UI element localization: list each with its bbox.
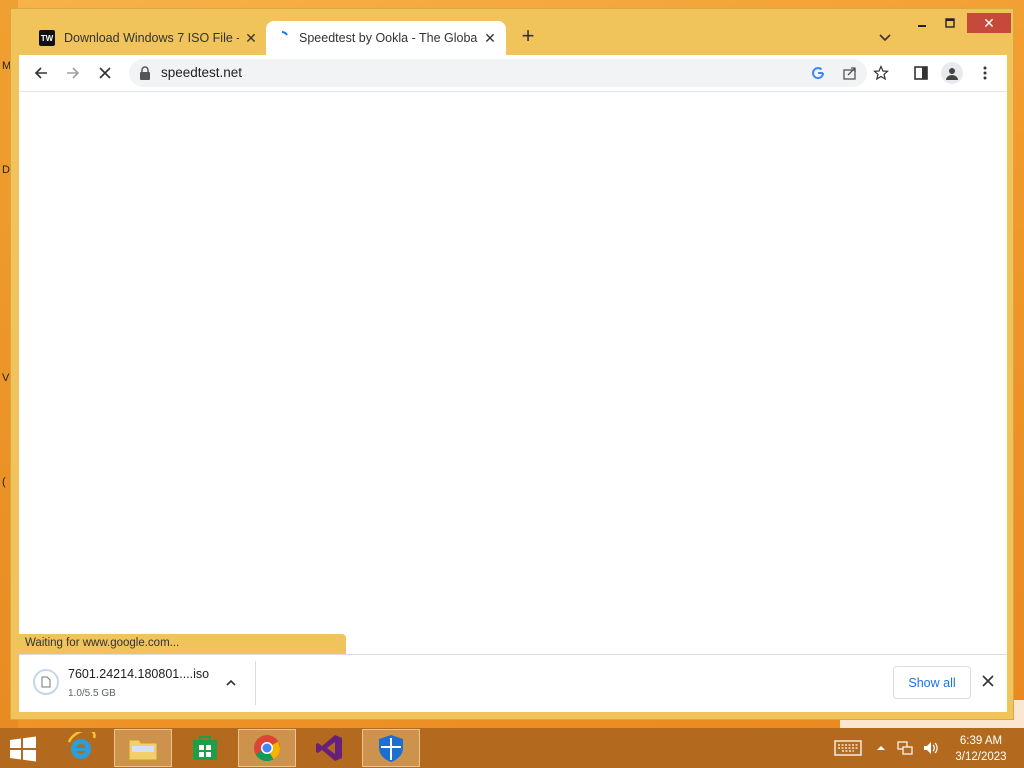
show-hidden-icons-button[interactable] xyxy=(874,738,888,758)
system-clock[interactable]: 6:39 AM 3/12/2023 xyxy=(948,733,1014,765)
taskbar-file-explorer[interactable] xyxy=(114,729,172,767)
windows-logo-icon xyxy=(10,736,36,762)
close-download-bar-button[interactable] xyxy=(979,672,997,690)
chevron-up-icon xyxy=(877,746,885,750)
profile-button[interactable] xyxy=(941,62,963,84)
lock-icon xyxy=(140,66,150,80)
tab-title: Download Windows 7 ISO File - U xyxy=(64,31,239,45)
maximize-icon xyxy=(945,18,955,28)
close-window-button[interactable]: ✕ xyxy=(967,13,1011,33)
internet-explorer-icon xyxy=(67,732,96,759)
side-panel-button[interactable] xyxy=(910,62,932,84)
status-bubble: Waiting for www.google.com... xyxy=(19,634,346,654)
address-bar[interactable]: speedtest.net xyxy=(129,59,867,87)
network-icon xyxy=(897,741,913,755)
touch-keyboard-button[interactable] xyxy=(832,738,864,758)
divider xyxy=(255,661,256,705)
stop-loading-button[interactable] xyxy=(93,61,117,85)
close-icon xyxy=(982,675,994,687)
tw-logo-icon: TW xyxy=(39,30,55,46)
tab-close-icon[interactable]: ✕ xyxy=(243,30,259,46)
menu-button[interactable] xyxy=(974,62,996,84)
tab-download-windows7[interactable]: TW Download Windows 7 ISO File - U ✕ xyxy=(31,21,267,55)
clock-date: 3/12/2023 xyxy=(955,751,1007,763)
network-button[interactable] xyxy=(894,738,916,758)
avatar-icon xyxy=(946,68,958,80)
tab-strip: TW Download Windows 7 ISO File - U ✕ Spe… xyxy=(11,9,1013,55)
clock-time: 6:39 AM xyxy=(959,735,1003,747)
browser-window: TW Download Windows 7 ISO File - U ✕ Spe… xyxy=(10,8,1014,720)
taskbar: 6:39 AM 3/12/2023 xyxy=(0,728,1024,768)
stop-icon xyxy=(99,67,111,79)
new-tab-button[interactable]: + xyxy=(516,25,540,49)
more-vertical-icon xyxy=(983,66,987,80)
file-icon xyxy=(33,669,59,695)
taskbar-windows-defender[interactable] xyxy=(362,729,420,767)
download-bar: 7601.24214.180801....iso 1.0/5.5 GB Show… xyxy=(19,654,1007,712)
arrow-right-icon xyxy=(67,67,80,79)
download-progress: 1.0/5.5 GB xyxy=(68,688,116,699)
share-icon xyxy=(843,67,856,80)
desktop-icon-label: V xyxy=(2,372,10,384)
share-button[interactable] xyxy=(841,64,859,82)
taskbar-visual-studio[interactable] xyxy=(300,729,358,767)
back-button[interactable] xyxy=(29,61,53,85)
address-url[interactable]: speedtest.net xyxy=(161,65,242,80)
download-filename: 7601.24214.180801....iso xyxy=(68,667,210,681)
download-item[interactable]: 7601.24214.180801....iso 1.0/5.5 GB xyxy=(29,663,247,707)
close-icon: ✕ xyxy=(983,14,995,31)
taskbar-windows-store[interactable] xyxy=(176,729,234,767)
visual-studio-icon xyxy=(316,735,342,761)
browser-toolbar: speedtest.net xyxy=(19,55,1007,91)
maximize-button[interactable] xyxy=(937,13,963,33)
chevron-up-icon xyxy=(226,679,236,686)
google-icon xyxy=(812,67,825,80)
page-content: Waiting for www.google.com... xyxy=(19,91,1007,654)
tab-title: Speedtest by Ookla - The Global xyxy=(299,31,478,45)
forward-button[interactable] xyxy=(61,61,85,85)
chevron-down-icon xyxy=(879,34,891,42)
loading-spinner-icon xyxy=(274,30,290,46)
desktop-icon-label: D xyxy=(2,164,10,176)
show-all-button[interactable]: Show all xyxy=(893,666,971,699)
tab-search-button[interactable] xyxy=(877,29,893,45)
speaker-icon xyxy=(924,742,938,754)
tab-close-icon[interactable]: ✕ xyxy=(482,30,498,46)
download-options-button[interactable] xyxy=(223,675,239,691)
minimize-icon xyxy=(918,25,926,27)
chrome-icon xyxy=(254,735,281,762)
star-icon xyxy=(873,65,889,81)
tab-speedtest[interactable]: Speedtest by Ookla - The Global ✕ xyxy=(266,21,506,55)
start-button[interactable] xyxy=(8,736,38,762)
side-panel-icon xyxy=(914,66,928,80)
shield-icon xyxy=(379,735,403,762)
folder-icon xyxy=(128,739,158,761)
google-lens-button[interactable] xyxy=(809,64,827,82)
store-icon xyxy=(193,736,217,760)
taskbar-internet-explorer[interactable] xyxy=(52,729,110,767)
volume-button[interactable] xyxy=(920,738,940,758)
bookmark-button[interactable] xyxy=(870,62,892,84)
taskbar-chrome[interactable] xyxy=(238,729,296,767)
arrow-left-icon xyxy=(34,67,47,79)
keyboard-icon xyxy=(834,740,862,756)
desktop-icon-label: ( xyxy=(2,476,6,488)
minimize-button[interactable] xyxy=(909,13,935,33)
